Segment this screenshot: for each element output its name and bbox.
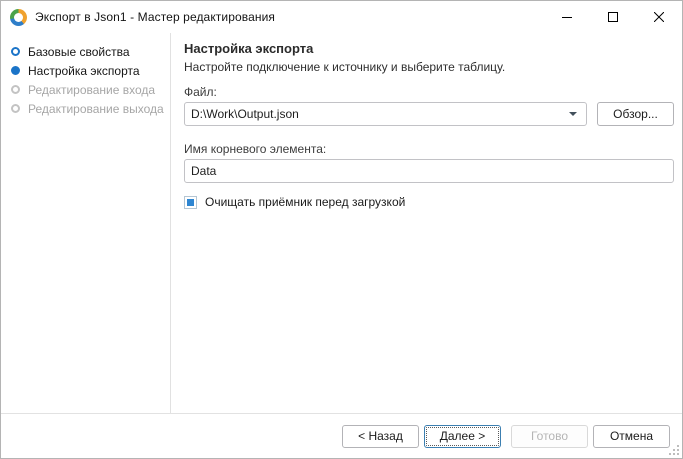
checkbox-checked-icon bbox=[187, 199, 194, 206]
window-controls bbox=[544, 1, 682, 33]
next-button[interactable]: Далее > bbox=[424, 425, 501, 448]
wizard-footer: < Назад Далее > Готово Отмена bbox=[1, 413, 682, 458]
clear-target-label: Очищать приёмник перед загрузкой bbox=[205, 195, 405, 209]
step-dot-icon bbox=[11, 47, 20, 56]
maximize-icon bbox=[608, 12, 618, 22]
root-element-input[interactable] bbox=[184, 159, 674, 183]
step-dot-icon bbox=[11, 104, 20, 113]
file-label: Файл: bbox=[184, 85, 674, 99]
sidebar-item-export-settings[interactable]: Настройка экспорта bbox=[1, 61, 170, 80]
sidebar-item-output-editing: Редактирование выхода bbox=[1, 99, 170, 118]
step-label: Редактирование выхода bbox=[28, 102, 164, 116]
file-dropdown-button[interactable] bbox=[566, 108, 580, 120]
browse-button[interactable]: Обзор... bbox=[597, 102, 674, 126]
file-combobox[interactable] bbox=[184, 102, 587, 126]
back-button[interactable]: < Назад bbox=[342, 425, 419, 448]
root-element-label: Имя корневого элемента: bbox=[184, 142, 674, 156]
page-subtitle: Настройте подключение к источнику и выбе… bbox=[184, 59, 674, 75]
chevron-down-icon bbox=[569, 112, 577, 116]
cancel-button[interactable]: Отмена bbox=[593, 425, 670, 448]
file-path-input[interactable] bbox=[185, 103, 566, 125]
titlebar: Экспорт в Json1 - Мастер редактирования bbox=[1, 1, 682, 33]
minimize-button[interactable] bbox=[544, 1, 590, 32]
sync-ring-icon bbox=[10, 9, 27, 26]
sidebar-item-input-editing: Редактирование входа bbox=[1, 80, 170, 99]
minimize-icon bbox=[562, 12, 572, 22]
wizard-body: Базовые свойства Настройка экспорта Реда… bbox=[1, 33, 682, 415]
window-title: Экспорт в Json1 - Мастер редактирования bbox=[35, 10, 275, 24]
step-dot-icon bbox=[11, 66, 20, 75]
step-label: Редактирование входа bbox=[28, 83, 155, 97]
close-button[interactable] bbox=[636, 1, 682, 32]
wizard-window: Экспорт в Json1 - Мастер редактирования bbox=[0, 0, 683, 459]
step-label: Настройка экспорта bbox=[28, 64, 140, 78]
step-dot-icon bbox=[11, 85, 20, 94]
clear-target-checkbox[interactable] bbox=[184, 196, 197, 209]
file-row: Обзор... bbox=[184, 102, 674, 126]
steps-sidebar: Базовые свойства Настройка экспорта Реда… bbox=[1, 33, 171, 415]
sidebar-item-basic-properties[interactable]: Базовые свойства bbox=[1, 42, 170, 61]
step-content: Настройка экспорта Настройте подключение… bbox=[171, 33, 682, 415]
maximize-button[interactable] bbox=[590, 1, 636, 32]
clear-target-row[interactable]: Очищать приёмник перед загрузкой bbox=[184, 195, 674, 209]
page-title: Настройка экспорта bbox=[184, 41, 674, 57]
close-icon bbox=[654, 12, 664, 22]
step-label: Базовые свойства bbox=[28, 45, 130, 59]
finish-button: Готово bbox=[511, 425, 588, 448]
resize-grip[interactable] bbox=[668, 444, 679, 455]
